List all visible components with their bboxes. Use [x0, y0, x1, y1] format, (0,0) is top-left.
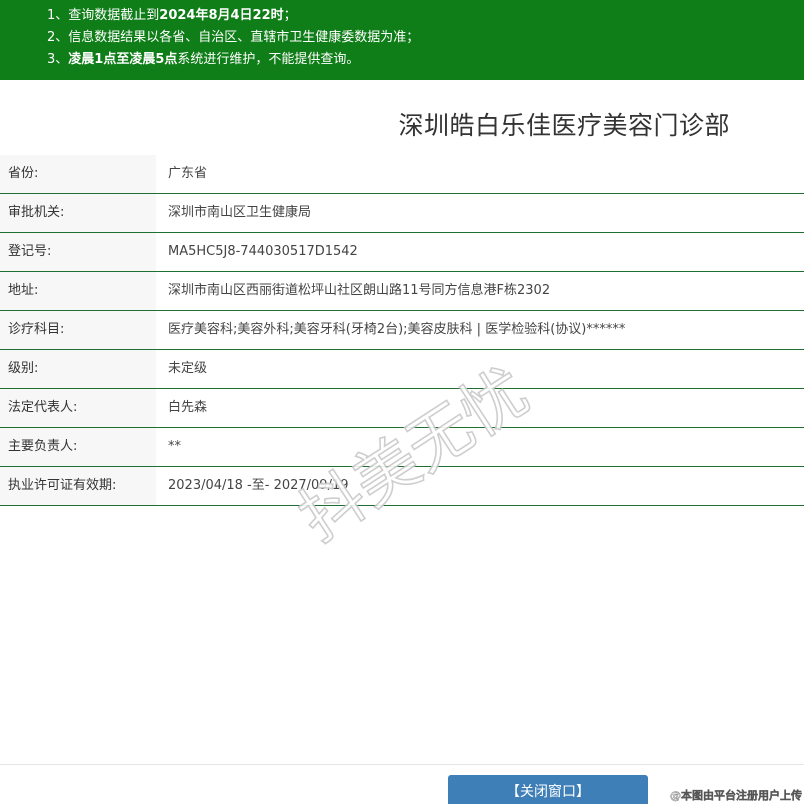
notice-line-2-text: 2、信息数据结果以各省、自治区、直辖市卫生健康委数据为准；	[47, 30, 420, 45]
notice-line-1: 1、查询数据截止到2024年8月4日22时；	[0, 5, 804, 27]
notice-line-3-suffix: 系统进行维护，不能提供查询。	[177, 52, 360, 67]
info-label: 登记号:	[0, 233, 156, 271]
info-table: 省份: 广东省 审批机关: 深圳市南山区卫生健康局 登记号: MA5HC5J8-74403…	[0, 155, 804, 506]
info-row: 诊疗科目: 医疗美容科;美容外科;美容牙科(牙椅2台);美容皮肤科 | 医学检验科…	[0, 311, 804, 350]
notice-line-3-time: 凌晨1点至凌晨5点	[68, 52, 178, 67]
page: 1、查询数据截止到2024年8月4日22时； 2、信息数据结果以各省、自治区、直…	[0, 0, 804, 804]
page-title: 深圳皓白乐佳医疗美容门诊部	[398, 111, 730, 140]
info-label: 主要负责人:	[0, 428, 156, 466]
info-row: 地址: 深圳市南山区西丽街道松坪山社区朗山路11号同方信息港F栋2302	[0, 272, 804, 311]
info-value: 广东省	[168, 166, 208, 181]
notice-line-3: 3、凌晨1点至凌晨5点系统进行维护，不能提供查询。	[0, 49, 804, 71]
info-label: 法定代表人:	[0, 389, 156, 427]
notice-line-1-date: 2024年8月4日22时	[159, 8, 284, 23]
close-window-button[interactable]: 【关闭窗口】	[448, 775, 648, 804]
info-row: 登记号: MA5HC5J8-744030517D1542	[0, 233, 804, 272]
footer-divider	[0, 764, 804, 765]
info-label: 地址:	[0, 272, 156, 310]
info-value: MA5HC5J8-744030517D1542	[168, 244, 358, 259]
upload-note: @本图由平台注册用户上传	[670, 789, 802, 802]
notice-line-2: 2、信息数据结果以各省、自治区、直辖市卫生健康委数据为准；	[0, 27, 804, 49]
info-value: 2023/04/18 -至- 2027/09/19	[168, 478, 349, 493]
info-row: 法定代表人: 白先森	[0, 389, 804, 428]
info-value: 医疗美容科;美容外科;美容牙科(牙椅2台);美容皮肤科 | 医学检验科(协议)*…	[168, 322, 626, 337]
info-value: 深圳市南山区西丽街道松坪山社区朗山路11号同方信息港F栋2302	[168, 283, 551, 298]
info-row: 主要负责人: **	[0, 428, 804, 467]
info-row: 执业许可证有效期: 2023/04/18 -至- 2027/09/19	[0, 467, 804, 506]
notice-line-3-prefix: 3、	[47, 52, 69, 67]
info-value: **	[168, 439, 181, 454]
info-row: 级别: 未定级	[0, 350, 804, 389]
info-label: 执业许可证有效期:	[0, 467, 156, 505]
notice-banner: 1、查询数据截止到2024年8月4日22时； 2、信息数据结果以各省、自治区、直…	[0, 0, 804, 80]
info-value: 未定级	[168, 361, 208, 376]
info-label: 省份:	[0, 155, 156, 193]
info-value: 白先森	[168, 400, 208, 415]
info-label: 审批机关:	[0, 194, 156, 232]
notice-line-1-suffix: ；	[283, 8, 297, 23]
notice-line-1-prefix: 1、查询数据截止到	[47, 8, 160, 23]
info-row: 审批机关: 深圳市南山区卫生健康局	[0, 194, 804, 233]
info-row: 省份: 广东省	[0, 155, 804, 194]
info-label: 级别:	[0, 350, 156, 388]
info-value: 深圳市南山区卫生健康局	[168, 205, 312, 220]
info-label: 诊疗科目:	[0, 311, 156, 349]
